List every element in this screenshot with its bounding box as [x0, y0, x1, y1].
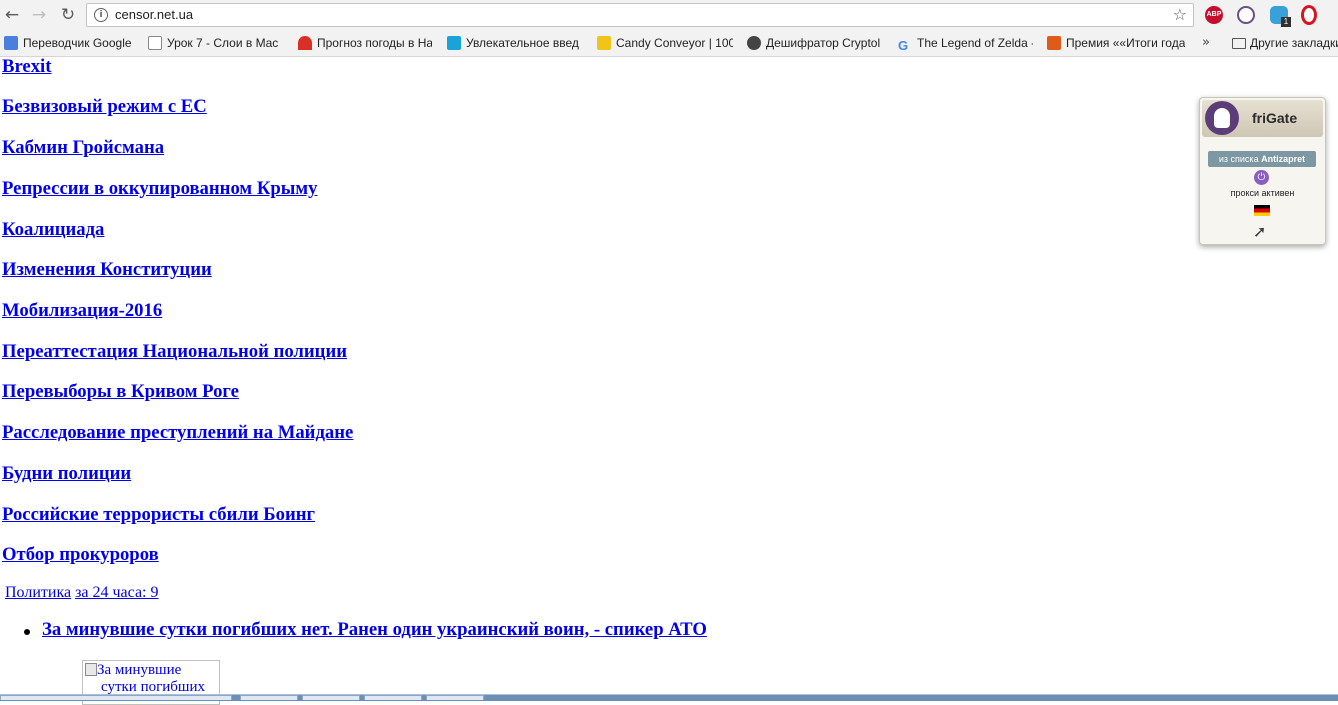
topic-link[interactable]: Brexit	[2, 56, 51, 77]
bookmark-label: Candy Conveyor | 100	[616, 36, 733, 50]
google-translate-icon	[4, 36, 18, 50]
frigate-status: прокси активен	[1230, 188, 1295, 198]
image-alt-text: За минувшие сутки погибших	[97, 662, 205, 695]
frigate-icon[interactable]	[1237, 6, 1255, 24]
topic-link[interactable]: Будни полиции	[2, 463, 131, 484]
news-headline: За минувшие сутки погибших нет. Ранен од…	[42, 619, 707, 641]
topic-link[interactable]: Кабмин Гройсмана	[2, 137, 164, 158]
bookmarks-overflow-button[interactable]: »	[1202, 35, 1210, 50]
bookmark-item[interactable]: Дешифратор Cryptol	[747, 35, 884, 52]
abp-icon[interactable]: ABP	[1205, 6, 1223, 24]
bookmark-label: Премия ««Итоги года	[1066, 36, 1185, 50]
opera-vpn-icon[interactable]	[1301, 5, 1317, 25]
arrow-icon[interactable]: ➚	[1253, 222, 1266, 241]
topic-heading: Кабмин Гройсмана	[2, 137, 164, 159]
mva-icon	[447, 36, 461, 50]
page-icon	[148, 36, 162, 50]
topic-link[interactable]: Отбор прокуроров	[2, 544, 159, 565]
topic-heading: Отбор прокуроров	[2, 544, 159, 566]
frigate-list-name: Antizapret	[1261, 154, 1306, 164]
bookmark-item[interactable]: Увлекательное введ	[447, 35, 583, 52]
bookmark-item[interactable]: G The Legend of Zelda -	[898, 35, 1033, 52]
folder-icon	[1232, 38, 1246, 49]
category-line: Политика за 24 часа: 9	[2, 584, 159, 602]
forward-arrow-icon[interactable]: →	[28, 4, 50, 26]
bookmark-star-icon[interactable]: ☆	[1173, 5, 1187, 24]
bookmarks-bar: Переводчик Google Урок 7 - Слои в Mac Пр…	[0, 31, 1338, 57]
taskbar-button[interactable]	[0, 695, 232, 700]
bookmark-label: Увлекательное введ	[466, 36, 579, 50]
frigate-list-prefix: из списка	[1218, 154, 1259, 164]
germany-flag-icon[interactable]	[1254, 205, 1270, 216]
bookmark-label: Переводчик Google	[23, 36, 132, 50]
topic-link[interactable]: Изменения Конституции	[2, 259, 212, 280]
list-bullet	[24, 629, 30, 635]
globe-icon	[747, 36, 761, 50]
bookmark-item[interactable]: Candy Conveyor | 100	[597, 35, 733, 52]
bookmark-label: The Legend of Zelda -	[917, 36, 1033, 50]
frigate-list-badge: из списка Antizapret	[1208, 151, 1316, 167]
power-icon[interactable]: ⏻	[1254, 170, 1269, 185]
fl-icon	[1047, 36, 1061, 50]
google-icon: G	[898, 38, 909, 53]
page-content: Brexit Безвизовый режим с ЕС Кабмин Грой…	[0, 56, 1338, 705]
topic-heading: Безвизовый режим с ЕС	[2, 96, 207, 118]
reload-icon[interactable]: ↻	[57, 4, 79, 26]
frigate-logo-icon	[1205, 101, 1239, 135]
news-headline-link[interactable]: За минувшие сутки погибших нет. Ранен од…	[42, 619, 707, 640]
bookmark-item[interactable]: Премия ««Итоги года	[1047, 35, 1185, 52]
topic-heading: Коалициада	[2, 219, 104, 241]
frigate-header: friGate	[1202, 100, 1323, 137]
topic-heading: Изменения Конституции	[2, 259, 212, 281]
extension-badge: 1	[1281, 17, 1291, 27]
topic-link[interactable]: Переаттестация Национальной полиции	[2, 341, 347, 362]
frigate-title: friGate	[1252, 110, 1298, 126]
taskbar-button[interactable]	[364, 695, 422, 700]
bookmark-label: Урок 7 - Слои в Mac	[167, 36, 279, 50]
address-bar[interactable]: i censor.net.ua ☆	[86, 3, 1194, 27]
url-text[interactable]: censor.net.ua	[115, 7, 193, 22]
taskbar-button[interactable]	[302, 695, 360, 700]
candy-conveyor-icon	[597, 36, 611, 50]
topic-link[interactable]: Перевыборы в Кривом Роге	[2, 381, 239, 402]
taskbar-button[interactable]	[426, 695, 484, 700]
bookmark-item[interactable]: Урок 7 - Слои в Mac	[148, 35, 284, 52]
broken-image-icon	[85, 663, 97, 676]
bookmark-item[interactable]: Прогноз погоды в На	[298, 35, 432, 52]
topic-heading: Мобилизация-2016	[2, 300, 162, 322]
bookmark-item[interactable]: Переводчик Google	[4, 35, 139, 52]
umbrella-icon	[298, 36, 312, 50]
topic-heading: Будни полиции	[2, 463, 131, 485]
category-rubric-link[interactable]: Политика	[5, 584, 71, 601]
browser-toolbar: ← → ↻ i censor.net.ua ☆ ABP 1	[0, 0, 1338, 31]
back-arrow-icon[interactable]: ←	[1, 4, 23, 26]
topic-link[interactable]: Российские террористы сбили Боинг	[2, 504, 315, 525]
topic-link[interactable]: Безвизовый режим с ЕС	[2, 96, 207, 117]
bookmark-label: Прогноз погоды в На	[317, 36, 432, 50]
topic-link[interactable]: Мобилизация-2016	[2, 300, 162, 321]
taskbar-button[interactable]	[240, 695, 298, 700]
topic-link[interactable]: Расследование преступлений на Майдане	[2, 422, 353, 443]
category-count-link[interactable]: за 24 часа: 9	[75, 584, 158, 601]
topic-heading: Российские террористы сбили Боинг	[2, 504, 315, 526]
bookmark-label: Дешифратор Cryptol	[766, 36, 881, 50]
topic-heading: Переаттестация Национальной полиции	[2, 341, 347, 363]
site-info-icon[interactable]: i	[94, 8, 108, 22]
topic-heading: Перевыборы в Кривом Роге	[2, 381, 239, 403]
news-image-alt: За минувшие сутки погибших	[85, 662, 219, 696]
topic-heading: Brexit	[2, 56, 51, 78]
other-bookmarks-label: Другие закладки	[1250, 36, 1338, 50]
topic-heading: Расследование преступлений на Майдане	[2, 422, 353, 444]
other-bookmarks-folder[interactable]: Другие закладки	[1232, 35, 1338, 52]
topic-link[interactable]: Репрессии в оккупированном Крыму	[2, 178, 317, 199]
topic-link[interactable]: Коалициада	[2, 219, 104, 240]
topic-heading: Репрессии в оккупированном Крыму	[2, 178, 317, 200]
frigate-popup: friGate из списка Antizapret ⏻ прокси ак…	[1199, 97, 1326, 245]
